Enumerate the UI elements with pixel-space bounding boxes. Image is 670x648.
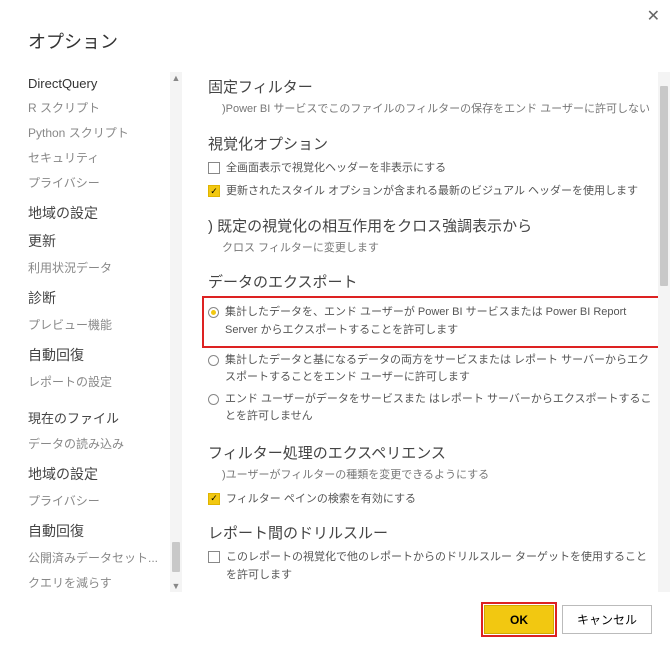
nav-reduce-queries[interactable]: クエリを減らす [28, 570, 182, 592]
section-fixed-filter: 固定フィルター [208, 76, 658, 97]
sidebar-heading: DirectQuery [28, 76, 182, 91]
sidebar-scrollbar[interactable]: ▲ ▼ [170, 72, 182, 592]
section-interaction: ) 既定の視覚化の相互作用をクロス強調表示から [208, 215, 658, 236]
radio-export-all-label: 集計したデータと基になるデータの両方をサービスまたは レポート サーバーからエク… [225, 352, 658, 387]
content-scrollbar[interactable] [658, 72, 670, 592]
nav-update[interactable]: 更新 [28, 231, 182, 251]
radio-export-summary[interactable] [208, 307, 219, 318]
options-dialog: ✕ オプション DirectQuery R スクリプト Python スクリプト… [0, 0, 670, 648]
export-radio-group: 集計したデータを、エンド ユーザーが Power BI サービスまたは Powe… [208, 296, 658, 428]
nav-preview-features[interactable]: プレビュー機能 [28, 312, 182, 337]
content-pane: 固定フィルター )Power BI サービスでこのファイルのフィルターの保存をエ… [182, 72, 670, 592]
nav-autorecover[interactable]: 自動回復 [28, 345, 182, 365]
nav-r-script[interactable]: R スクリプト [28, 95, 182, 120]
nav-report-settings-1[interactable]: レポートの設定 [28, 369, 182, 394]
nav-published-dataset[interactable]: 公開済みデータセット... [28, 545, 182, 570]
scroll-up-icon[interactable]: ▲ [170, 72, 182, 84]
checkbox-hide-header-label: 全画面表示で視覚化ヘッダーを非表示にする [226, 160, 658, 178]
ok-button[interactable]: OK [484, 605, 554, 634]
dialog-footer: OK キャンセル [484, 605, 652, 634]
section-drillthrough: レポート間のドリルスルー [208, 522, 658, 543]
checkbox-modern-header[interactable]: ✓ [208, 185, 220, 197]
dialog-title: オプション [0, 0, 670, 72]
nav-usage-data[interactable]: 利用状況データ [28, 255, 182, 280]
nav-autorecover-2[interactable]: 自動回復 [28, 521, 182, 541]
nav-privacy-2[interactable]: プライバシー [28, 488, 182, 513]
scroll-thumb[interactable] [172, 542, 180, 572]
filter-exp-desc: )ユーザーがフィルターの種類を変更できるようにする [208, 467, 658, 485]
nav-security[interactable]: セキュリティ [28, 145, 182, 170]
checkbox-drillthrough-label: このレポートの視覚化で他のレポートからのドリルスルー ターゲットを使用することを… [226, 549, 658, 584]
radio-export-none[interactable] [208, 394, 219, 405]
section-vis-options: 視覚化オプション [208, 133, 658, 154]
nav-region[interactable]: 地域の設定 [28, 203, 182, 223]
nav-privacy[interactable]: プライバシー [28, 170, 182, 195]
sidebar: DirectQuery R スクリプト Python スクリプト セキュリティ … [0, 72, 182, 592]
checkbox-hide-header[interactable] [208, 162, 220, 174]
checkbox-drillthrough[interactable] [208, 551, 220, 563]
checkbox-filter-search[interactable]: ✓ [208, 493, 220, 505]
cancel-button[interactable]: キャンセル [562, 605, 652, 634]
export-highlight-box: 集計したデータを、エンド ユーザーが Power BI サービスまたは Powe… [202, 296, 664, 347]
radio-export-none-label: エンド ユーザーがデータをサービスまた はレポート サーバーからエクスポートする… [225, 391, 658, 426]
section-export: データのエクスポート [208, 271, 658, 292]
interaction-sub: クロス フィルターに変更します [208, 240, 658, 258]
close-icon[interactable]: ✕ [647, 6, 660, 26]
fixed-filter-desc: )Power BI サービスでこのファイルのフィルターの保存をエンド ユーザーに… [208, 101, 658, 119]
nav-python-script[interactable]: Python スクリプト [28, 120, 182, 145]
content-scroll-thumb[interactable] [660, 86, 668, 286]
section-filter-exp: フィルター処理のエクスペリエンス [208, 442, 658, 463]
radio-export-all[interactable] [208, 355, 219, 366]
nav-data-load[interactable]: データの読み込み [28, 431, 182, 456]
nav-diagnostics[interactable]: 診断 [28, 288, 182, 308]
checkbox-modern-header-label: 更新されたスタイル オプションが含まれる最新のビジュアル ヘッダーを使用します [226, 183, 658, 201]
dialog-body: DirectQuery R スクリプト Python スクリプト セキュリティ … [0, 72, 670, 592]
checkbox-filter-search-label: フィルター ペインの検索を有効にする [226, 491, 658, 509]
radio-export-summary-label: 集計したデータを、エンド ユーザーが Power BI サービスまたは Powe… [225, 304, 658, 339]
sidebar-section-current-file: 現在のファイル [28, 408, 182, 427]
scroll-down-icon[interactable]: ▼ [170, 580, 182, 592]
nav-region-2[interactable]: 地域の設定 [28, 464, 182, 484]
